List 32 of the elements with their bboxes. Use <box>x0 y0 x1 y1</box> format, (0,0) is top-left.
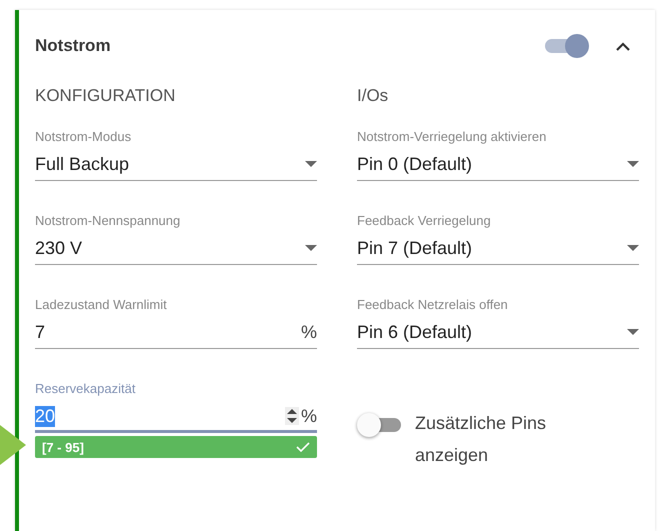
input-field[interactable]: 20 % <box>35 403 317 433</box>
dropdown-icon <box>627 329 639 335</box>
field-label: Notstrom-Verriegelung aktivieren <box>357 129 548 144</box>
check-icon <box>296 442 310 452</box>
dropdown-field[interactable]: Pin 7 (Default) <box>357 235 639 265</box>
dropdown-icon <box>627 161 639 167</box>
section-heading: I/Os <box>357 86 390 106</box>
unit-label: % <box>300 406 317 426</box>
input-field[interactable]: 7 % <box>35 319 317 349</box>
dropdown-icon <box>305 245 317 251</box>
spinner-icon[interactable] <box>284 407 299 425</box>
dropdown-field[interactable]: Pin 0 (Default) <box>357 151 639 181</box>
dropdown-icon <box>305 161 317 167</box>
dropdown-field[interactable]: Pin 6 (Default) <box>357 319 639 349</box>
unit-label: % <box>300 322 317 342</box>
switch-label: Zusätzliche Pins anzeigen <box>415 412 548 467</box>
field-label: Notstrom-Nennspannung <box>35 213 182 228</box>
dropdown-field[interactable]: Full Backup <box>35 151 317 181</box>
dropdown-field[interactable]: 230 V <box>35 235 317 265</box>
toggle-switch[interactable] <box>357 413 403 437</box>
panel-title: Notstrom <box>35 36 112 56</box>
field-label: Ladezustand Warnlimit <box>35 297 168 312</box>
field-label: Feedback Verriegelung <box>357 213 492 228</box>
range-hint: [7 - 95] <box>35 436 317 458</box>
caret-icon[interactable] <box>615 41 631 51</box>
enable-switch[interactable] <box>543 34 589 58</box>
field-label: Reservekapazität <box>35 381 136 396</box>
dropdown-icon <box>627 245 639 251</box>
field-label: Feedback Netzrelais offen <box>357 297 509 312</box>
triangle-icon <box>0 425 26 465</box>
section-heading: KONFIGURATION <box>35 86 176 106</box>
field-label: Notstrom-Modus <box>35 129 132 144</box>
